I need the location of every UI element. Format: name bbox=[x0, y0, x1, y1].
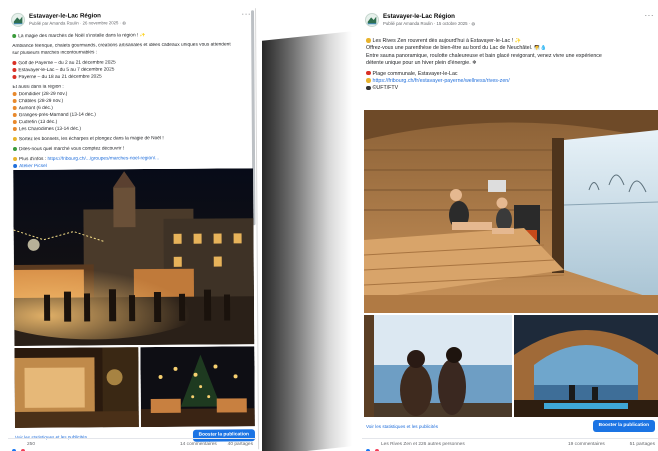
page-shadow bbox=[262, 31, 352, 451]
page-name[interactable]: Estavayer-le-Lac Région bbox=[29, 12, 101, 20]
emoji-icon bbox=[12, 33, 17, 38]
emoji-icon bbox=[13, 164, 18, 169]
line-text: Sortez les bonnets, les écharpes et plon… bbox=[18, 136, 164, 143]
reactions-row-left: 250 14 commentaires 40 partages bbox=[8, 438, 256, 451]
photo-christmas-market-main[interactable] bbox=[13, 168, 255, 346]
line-text: Les Rives Zen rouvrent dès aujourd'hui à… bbox=[372, 38, 522, 44]
more-options-icon[interactable]: ··· bbox=[645, 11, 655, 20]
emoji-icon bbox=[12, 74, 17, 79]
post-header: Estavayer-le-Lac Région Publié par Amand… bbox=[8, 8, 255, 34]
line-text: Domdidier (28-29 nov.) bbox=[18, 91, 68, 97]
emoji-icon bbox=[366, 70, 371, 76]
photo-christmas-chalet[interactable] bbox=[14, 347, 139, 428]
emoji-icon bbox=[366, 78, 371, 83]
text-line[interactable]: https://fribourg.ch/fr/estavayer-payerne… bbox=[366, 78, 654, 85]
line-text: Aumont (6 déc.) bbox=[18, 105, 53, 111]
photo-christmas-tree-lights[interactable] bbox=[140, 346, 255, 428]
emoji-icon bbox=[12, 60, 17, 65]
emoji-icon bbox=[12, 112, 17, 117]
page-name[interactable]: Estavayer-le-Lac Région bbox=[383, 13, 455, 20]
post-byline: Publié par Amanda Roulin · 26 novembre 2… bbox=[29, 20, 127, 26]
text-line: détente unique pour un hiver plein d'éne… bbox=[366, 60, 654, 67]
line-text: Ambiance féerique, chalets gourmands, cr… bbox=[12, 42, 231, 50]
line-text: Cudrefin (13 déc.) bbox=[18, 119, 58, 126]
line-text: sur plusieurs marchés incontournables : bbox=[12, 50, 98, 56]
post-rives-zen: Estavayer-le-Lac Région Publié par Amand… bbox=[362, 10, 658, 451]
reaction-count[interactable]: 250 bbox=[27, 442, 35, 447]
more-options-icon[interactable]: ··· bbox=[242, 9, 252, 18]
emoji-icon bbox=[12, 126, 17, 131]
post-text: La magie des marchés de Noël s'installe … bbox=[8, 32, 256, 171]
line-text: Granges-près-Marnand (13-14 déc.) bbox=[18, 112, 96, 119]
photo-sauna-caravan-night[interactable] bbox=[514, 315, 658, 417]
emoji-icon bbox=[12, 91, 17, 96]
line-text: détente unique pour un hiver plein d'éne… bbox=[366, 60, 477, 67]
line-text: Golf de Payerne – du 2 au 21 décembre 20… bbox=[18, 60, 116, 66]
line-text: Châbles (28-29 nov.) bbox=[18, 98, 64, 104]
emoji-icon bbox=[12, 98, 17, 103]
emoji-icon bbox=[12, 136, 17, 141]
text-line: ©UFT/FTV bbox=[366, 85, 654, 92]
emoji-icon bbox=[12, 105, 17, 110]
text-line: Entre sauna panoramique, roulotte chaleu… bbox=[366, 53, 654, 60]
line-text: Offrez-vous une parenthèse de bien-être … bbox=[366, 45, 547, 52]
line-text: Entre sauna panoramique, roulotte chaleu… bbox=[366, 52, 602, 59]
photo-sauna-panoramic[interactable] bbox=[364, 110, 658, 313]
reactions-row-right: Les Rives Zen et 226 autres personnes 19… bbox=[362, 438, 658, 451]
post-christmas-markets: Estavayer-le-Lac Région Publié par Amand… bbox=[8, 8, 260, 451]
text-line: Les Rives Zen rouvrent dès aujourd'hui à… bbox=[366, 38, 654, 45]
line-text: Payerne – du 18 au 21 décembre 2025 bbox=[18, 74, 102, 80]
post-link[interactable]: https://fribourg.ch/fr/estavayer-payerne… bbox=[373, 78, 510, 84]
shares-count[interactable]: 40 partages bbox=[228, 442, 253, 447]
globe-icon: ◍ bbox=[122, 20, 127, 26]
text-line: Offrez-vous une parenthèse de bien-être … bbox=[366, 45, 654, 52]
line-text: Et aussi dans la région : bbox=[12, 84, 64, 90]
comments-count[interactable]: 19 commentaires bbox=[568, 442, 605, 447]
view-stats-link[interactable]: Voir les statistiques et les publicités bbox=[366, 424, 438, 429]
post-link[interactable]: Atelier Picsel bbox=[19, 164, 47, 169]
post-header: Estavayer-le-Lac Région Publié par Amand… bbox=[362, 10, 658, 34]
line-text: La magie des marchés de Noël s'installe … bbox=[18, 33, 146, 40]
emoji-icon bbox=[12, 67, 17, 72]
emoji-icon bbox=[12, 119, 17, 124]
post-byline: Publié par Amanda Roulin · 15 octobre 20… bbox=[383, 21, 476, 26]
emoji-icon bbox=[12, 147, 17, 152]
line-text: Plage communale, Estavayer-le-Lac bbox=[372, 70, 458, 77]
globe-icon: ◍ bbox=[471, 21, 476, 26]
line-text: Les Charodimes (13-14 déc.) bbox=[18, 126, 81, 133]
emoji-icon bbox=[366, 38, 371, 43]
shares-count[interactable]: 51 partages bbox=[630, 442, 655, 447]
boost-post-button[interactable]: Booster la publication bbox=[592, 420, 655, 432]
comments-count[interactable]: 14 commentaires bbox=[180, 442, 217, 447]
text-line: Plage communale, Estavayer-le-Lac bbox=[366, 71, 654, 78]
page-avatar[interactable] bbox=[365, 13, 379, 27]
photo-women-lake-view[interactable] bbox=[364, 315, 512, 417]
post-text: Les Rives Zen rouvrent dès aujourd'hui à… bbox=[362, 34, 658, 93]
line-text: Plus d'infos : bbox=[19, 157, 48, 163]
emoji-icon bbox=[13, 157, 18, 162]
emoji-icon bbox=[366, 85, 371, 91]
page-avatar[interactable] bbox=[11, 12, 26, 27]
post-link[interactable]: https://fribourg.ch/.../groupes/marches-… bbox=[47, 156, 159, 162]
line-text: Dites-nous quel marché vous comptez déco… bbox=[18, 146, 125, 153]
reaction-count[interactable]: Les Rives Zen et 226 autres personnes bbox=[381, 442, 465, 447]
post-actions-bar: Voir les statistiques et les publicités … bbox=[362, 420, 658, 434]
line-text: ©UFT/FTV bbox=[372, 85, 399, 92]
line-text: Estavayer-le-Lac – du 5 au 7 décembre 20… bbox=[18, 67, 115, 73]
